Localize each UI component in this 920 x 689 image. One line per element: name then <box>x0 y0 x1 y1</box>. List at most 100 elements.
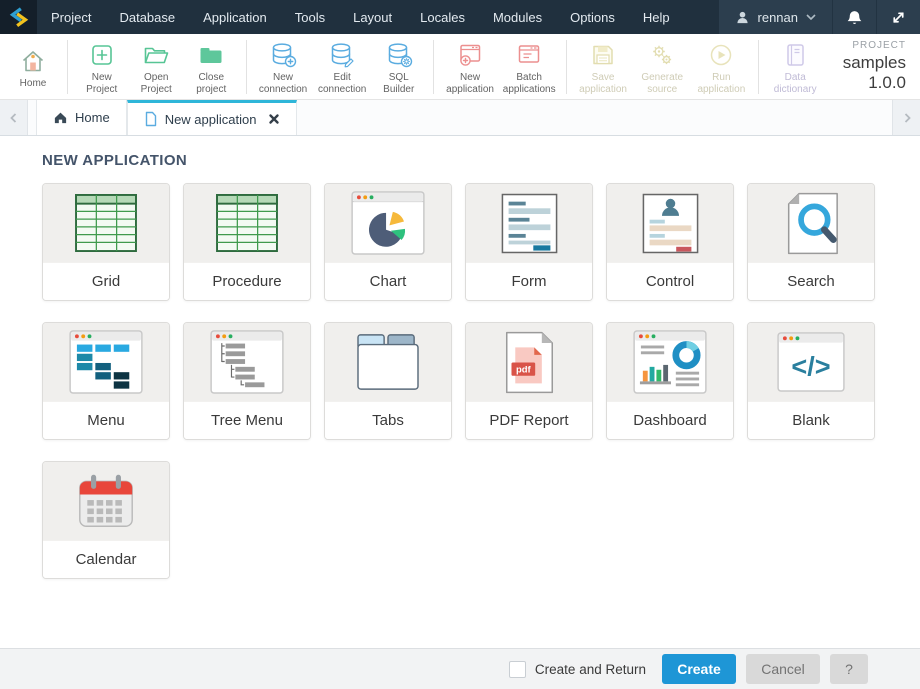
footer-bar: Create and Return Create Cancel ? <box>0 648 920 689</box>
app-card-label: Menu <box>43 401 169 439</box>
app-card-tabs[interactable]: Tabs <box>324 322 452 440</box>
app-card-label: Tabs <box>325 401 451 439</box>
menubar: ProjectDatabaseApplicationToolsLayoutLoc… <box>0 0 920 34</box>
toolbar-button-label: Generate source <box>639 72 686 96</box>
toolbar-button-label: New application <box>446 72 494 96</box>
bell-icon <box>846 9 863 26</box>
help-button[interactable]: ? <box>830 654 868 684</box>
toolbar-button-label: Run application <box>697 72 745 96</box>
app-card-blank[interactable]: Blank <box>747 322 875 440</box>
create-and-return-checkbox[interactable] <box>509 661 526 678</box>
toolbar: Home New Project Open Project Close project… <box>0 34 920 100</box>
app-card-menu[interactable]: Menu <box>42 322 170 440</box>
tab-new-application[interactable]: New application <box>127 100 298 135</box>
toolbar-button-label: New connection <box>259 72 307 96</box>
app-card-pdf-report[interactable]: PDF Report <box>465 322 593 440</box>
app-batch-icon <box>515 41 543 69</box>
open-project-icon <box>142 41 170 69</box>
generate-icon <box>648 41 676 69</box>
toolbar-button-label: Close project <box>190 72 233 96</box>
app-card-dashboard[interactable]: Dashboard <box>606 322 734 440</box>
application-type-grid: Grid ProcedureChartFormControl Search Menu T… <box>42 183 888 579</box>
menu-item-options[interactable]: Options <box>556 0 629 34</box>
db-sql-icon <box>385 41 413 69</box>
fullscreen-button[interactable] <box>876 0 920 34</box>
app-card-icon-area <box>43 323 169 401</box>
toolbar-separator <box>67 40 68 94</box>
menubar-items: ProjectDatabaseApplicationToolsLayoutLoc… <box>37 0 684 34</box>
pdf-report-icon <box>502 331 557 394</box>
toolbar-button-label: New Project <box>81 72 123 96</box>
app-card-label: PDF Report <box>466 401 592 439</box>
menu-item-layout[interactable]: Layout <box>339 0 406 34</box>
toolbar-home-button[interactable]: Home <box>6 43 60 90</box>
arrow-right-icon <box>901 112 913 124</box>
tab-new-application-label: New application <box>165 112 257 127</box>
toolbar-button-label: SQL Builder <box>378 72 420 96</box>
app-card-icon-area <box>184 184 310 262</box>
tab-home[interactable]: Home <box>36 100 127 135</box>
menu-item-locales[interactable]: Locales <box>406 0 479 34</box>
notifications-button[interactable] <box>832 0 876 34</box>
toolbar-new-application-button[interactable]: New application <box>440 37 499 96</box>
menu-item-application[interactable]: Application <box>189 0 281 34</box>
run-icon <box>707 41 735 69</box>
toolbar-button-label: Data dictionary <box>772 72 819 96</box>
app-card-search[interactable]: Search <box>747 183 875 301</box>
app-card-grid[interactable]: Grid <box>42 183 170 301</box>
toolbar-new-connection-button[interactable]: New connection <box>253 37 312 96</box>
new-project-icon <box>88 41 116 69</box>
grid-icon <box>75 194 137 252</box>
toolbar-button-label: Home <box>20 78 47 90</box>
dictionary-icon <box>781 41 809 69</box>
menu-item-project[interactable]: Project <box>37 0 105 34</box>
app-card-label: Blank <box>748 401 874 439</box>
app-logo[interactable] <box>0 0 37 34</box>
tree-menu-icon <box>210 330 284 394</box>
menu-item-modules[interactable]: Modules <box>479 0 556 34</box>
app-card-label: Dashboard <box>607 401 733 439</box>
app-card-icon-area <box>43 462 169 540</box>
blank-icon <box>777 332 845 392</box>
toolbar-button-label: Edit connection <box>318 72 366 96</box>
toolbar-edit-connection-button[interactable]: Edit connection <box>313 37 372 96</box>
tab-close-button[interactable] <box>268 113 280 125</box>
close-icon <box>268 113 280 125</box>
arrow-left-icon <box>8 112 20 124</box>
menu-item-database[interactable]: Database <box>105 0 189 34</box>
toolbar-separator <box>246 40 247 94</box>
control-icon <box>642 193 699 254</box>
app-new-icon <box>456 41 484 69</box>
app-card-form[interactable]: Form <box>465 183 593 301</box>
app-card-chart[interactable]: Chart <box>324 183 452 301</box>
toolbar-open-project-button[interactable]: Open Project <box>129 37 184 96</box>
toolbar-generate-source-button: Generate source <box>633 37 692 96</box>
tab-home-label: Home <box>75 110 110 125</box>
app-card-procedure[interactable]: Procedure <box>183 183 311 301</box>
menu-item-help[interactable]: Help <box>629 0 684 34</box>
tab-scroll-right-button[interactable] <box>892 100 920 135</box>
toolbar-new-project-button[interactable]: New Project <box>75 37 129 96</box>
app-card-control[interactable]: Control <box>606 183 734 301</box>
app-card-calendar[interactable]: Calendar <box>42 461 170 579</box>
user-menu[interactable]: rennan <box>719 0 832 34</box>
toolbar-batch-applications-button[interactable]: Batch applications <box>500 37 559 96</box>
close-project-icon <box>197 41 225 69</box>
toolbar-button-label: Open Project <box>135 72 178 96</box>
app-card-label: Search <box>748 262 874 300</box>
app-card-tree-menu[interactable]: Tree Menu <box>183 322 311 440</box>
db-edit-icon <box>328 41 356 69</box>
menubar-right: rennan <box>719 0 920 34</box>
toolbar-separator <box>433 40 434 94</box>
calendar-icon <box>76 472 136 530</box>
toolbar-data-dictionary-button[interactable]: Data dictionary <box>766 37 825 96</box>
tab-scroll-left-button[interactable] <box>0 100 28 135</box>
app-card-label: Grid <box>43 262 169 300</box>
search-icon <box>783 192 840 255</box>
cancel-button[interactable]: Cancel <box>746 654 820 684</box>
toolbar-sql-builder-button[interactable]: SQL Builder <box>372 37 426 96</box>
menu-item-tools[interactable]: Tools <box>281 0 339 34</box>
toolbar-close-project-button[interactable]: Close project <box>184 37 239 96</box>
toolbar-run-application-button: Run application <box>692 37 751 96</box>
create-button[interactable]: Create <box>662 654 736 684</box>
